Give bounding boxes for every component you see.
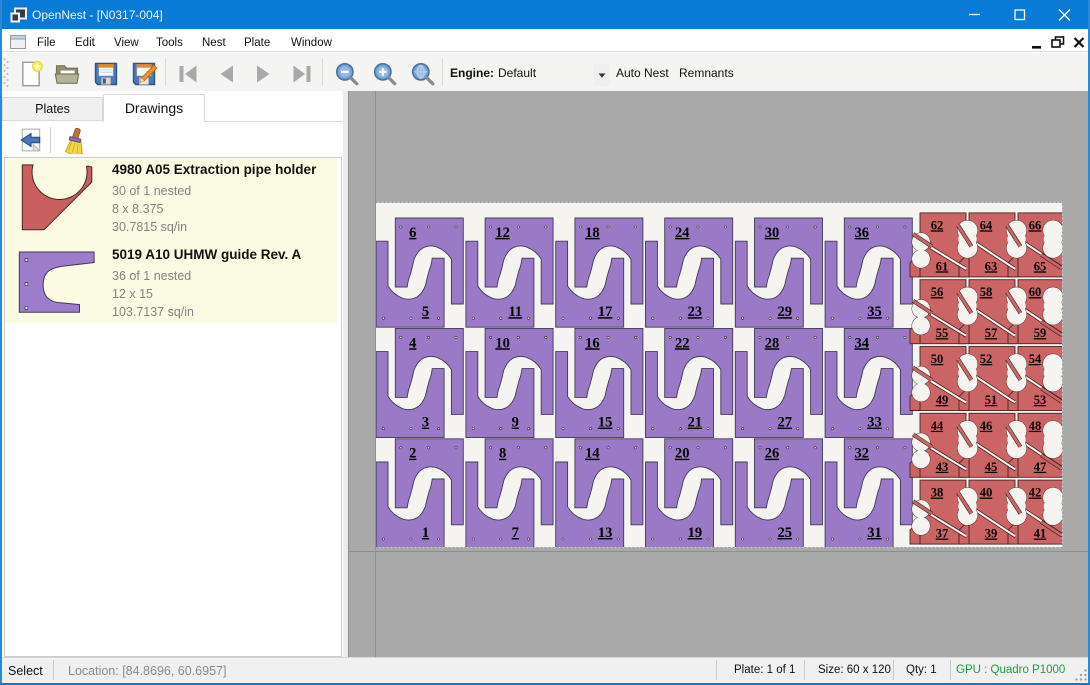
svg-text:12: 12 xyxy=(495,225,510,241)
svg-text:6: 6 xyxy=(409,225,416,241)
svg-text:11: 11 xyxy=(508,304,522,320)
svg-text:36: 36 xyxy=(855,225,870,241)
svg-text:15: 15 xyxy=(598,415,613,431)
svg-text:41: 41 xyxy=(1034,527,1047,541)
svg-text:3: 3 xyxy=(422,415,429,431)
svg-text:40: 40 xyxy=(980,486,993,500)
svg-text:60: 60 xyxy=(1029,285,1042,299)
svg-text:46: 46 xyxy=(980,419,993,433)
svg-text:10: 10 xyxy=(495,335,510,351)
svg-text:56: 56 xyxy=(931,285,944,299)
svg-text:50: 50 xyxy=(931,352,944,366)
svg-text:27: 27 xyxy=(777,415,792,431)
svg-text:65: 65 xyxy=(1034,259,1047,273)
svg-text:29: 29 xyxy=(777,304,792,320)
svg-text:8: 8 xyxy=(499,446,506,462)
svg-text:5: 5 xyxy=(422,304,429,320)
svg-text:9: 9 xyxy=(512,415,519,431)
svg-text:57: 57 xyxy=(985,326,998,340)
svg-text:21: 21 xyxy=(688,415,703,431)
svg-text:2: 2 xyxy=(409,446,416,462)
svg-text:24: 24 xyxy=(675,225,690,241)
svg-text:63: 63 xyxy=(985,259,998,273)
svg-text:35: 35 xyxy=(867,304,882,320)
svg-text:26: 26 xyxy=(765,446,780,462)
svg-text:37: 37 xyxy=(936,527,949,541)
svg-text:13: 13 xyxy=(598,525,613,541)
svg-text:20: 20 xyxy=(675,446,690,462)
svg-text:43: 43 xyxy=(936,460,949,474)
svg-text:25: 25 xyxy=(777,525,792,541)
svg-text:59: 59 xyxy=(1034,326,1047,340)
svg-text:14: 14 xyxy=(585,446,600,462)
svg-text:18: 18 xyxy=(585,225,600,241)
svg-text:22: 22 xyxy=(675,335,690,351)
svg-text:64: 64 xyxy=(980,218,993,232)
svg-text:4: 4 xyxy=(409,335,416,351)
svg-text:55: 55 xyxy=(936,326,949,340)
svg-text:7: 7 xyxy=(512,525,519,541)
svg-text:19: 19 xyxy=(688,525,703,541)
svg-text:48: 48 xyxy=(1029,419,1042,433)
svg-text:47: 47 xyxy=(1034,460,1047,474)
svg-text:61: 61 xyxy=(936,259,949,273)
svg-text:38: 38 xyxy=(931,486,944,500)
svg-text:33: 33 xyxy=(867,415,882,431)
svg-text:39: 39 xyxy=(985,527,998,541)
svg-text:54: 54 xyxy=(1029,352,1042,366)
svg-text:17: 17 xyxy=(598,304,613,320)
svg-text:45: 45 xyxy=(985,460,998,474)
svg-text:1: 1 xyxy=(422,525,429,541)
svg-text:32: 32 xyxy=(855,446,870,462)
svg-text:23: 23 xyxy=(688,304,703,320)
svg-text:53: 53 xyxy=(1034,393,1047,407)
svg-text:51: 51 xyxy=(985,393,998,407)
svg-text:30: 30 xyxy=(765,225,780,241)
svg-text:42: 42 xyxy=(1029,486,1042,500)
svg-text:16: 16 xyxy=(585,335,600,351)
svg-text:62: 62 xyxy=(931,218,944,232)
svg-text:49: 49 xyxy=(936,393,949,407)
svg-text:58: 58 xyxy=(980,285,993,299)
svg-text:44: 44 xyxy=(931,419,944,433)
svg-text:28: 28 xyxy=(765,335,780,351)
svg-text:31: 31 xyxy=(867,525,882,541)
svg-text:66: 66 xyxy=(1029,218,1042,232)
svg-text:52: 52 xyxy=(980,352,993,366)
svg-text:34: 34 xyxy=(855,335,870,351)
